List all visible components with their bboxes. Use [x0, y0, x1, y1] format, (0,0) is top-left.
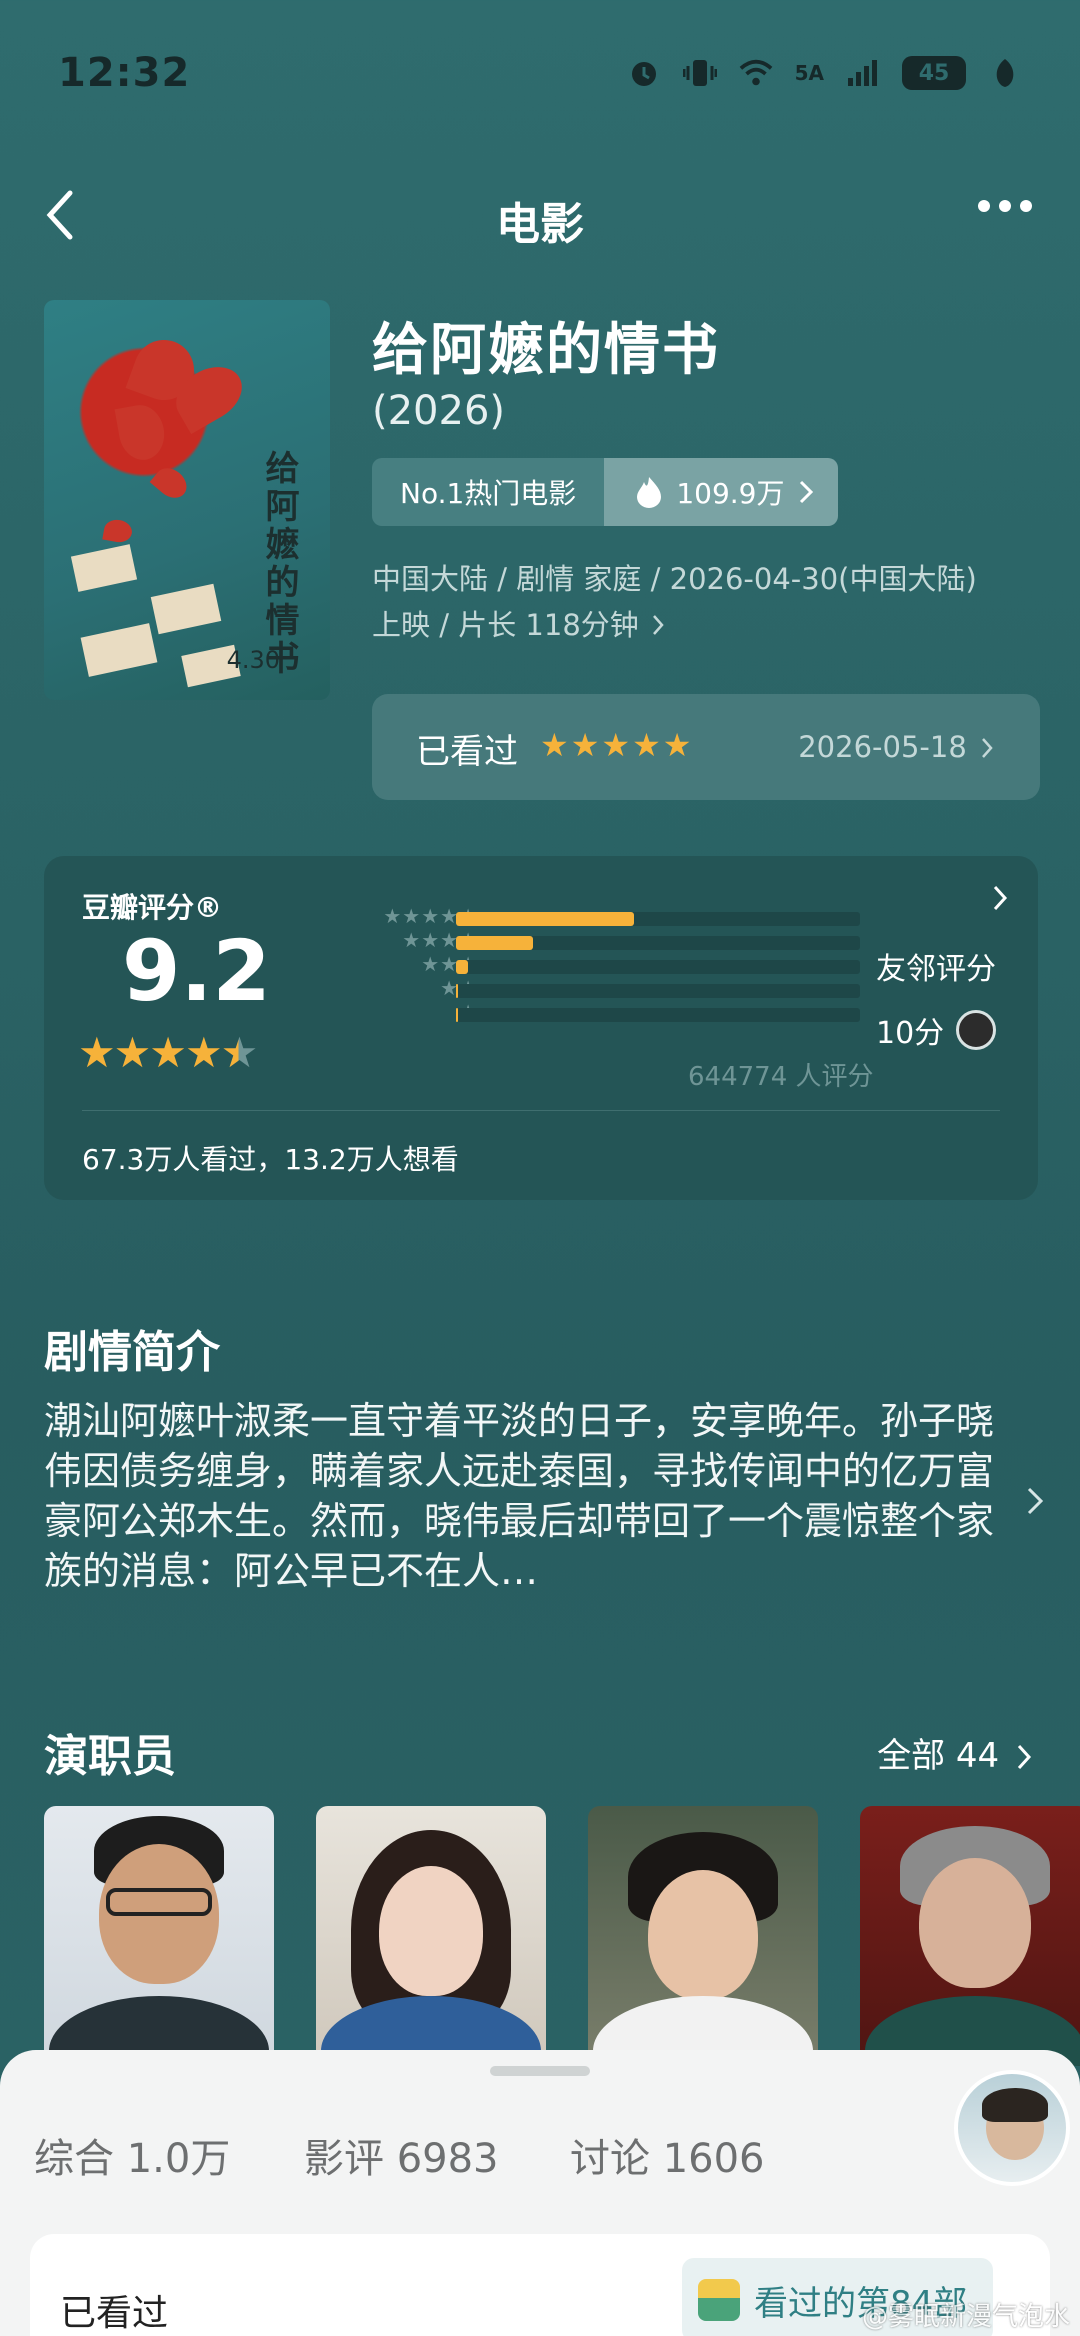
friend-rating-label[interactable]: 友邻评分 [876, 944, 996, 988]
rating-label: 豆瓣评分® [82, 891, 223, 924]
friend-rating-score: 10分 [876, 1016, 945, 1051]
meta-line1: 中国大陆 / 剧情 家庭 / 2026-04-30(中国大陆) [372, 562, 977, 596]
bottom-sheet[interactable]: 综合 1.0万 影评 6983 讨论 1606 已看过 看过的第84部 [0, 2050, 1080, 2336]
sheet-seen-label: 已看过 [60, 2293, 169, 2334]
rank-pill[interactable]: No.1热门电影 109.9万 [372, 458, 839, 526]
dist-bar-5 [456, 912, 860, 926]
douban-rating-card[interactable]: 豆瓣评分® 9.2 ★★★★★ ★★★★★ ★★★★ ★★★ ★★ ★ 友邻评分… [44, 856, 1038, 1200]
cast-all-link[interactable]: 全部 44 [877, 1728, 1032, 1777]
flame-icon [637, 477, 662, 508]
cast-heading: 演职员 [44, 1731, 176, 1782]
movie-poster[interactable]: 给阿嬷的情书 4.30 [44, 300, 330, 700]
dist-bar-4 [456, 936, 860, 950]
rating-score: 9.2 [122, 922, 271, 1020]
cast-all-label: 全部 44 [877, 1736, 1000, 1776]
movie-year: (2026) [372, 388, 506, 434]
chevron-right-icon [800, 480, 814, 504]
seen-label: 已看过 [416, 732, 518, 772]
dist-bar-1 [456, 1008, 860, 1022]
vibrate-icon [682, 56, 717, 90]
dist-bar-3 [456, 960, 860, 974]
dist-bar-2 [456, 984, 860, 998]
battery-icon: 45 [902, 56, 966, 90]
signal-icon [846, 56, 880, 90]
chevron-right-icon [1017, 1744, 1032, 1770]
dist-stars-5: ★★★★★ [383, 904, 478, 928]
seen-date-text: 2026-05-18 [798, 730, 967, 764]
movie-title: 给阿嬷的情书 [372, 318, 720, 383]
seen-date: 2026-05-18 [798, 730, 994, 764]
alarm-icon [627, 56, 661, 90]
dist-bar-fill-1 [456, 1008, 459, 1022]
my-rating-stars: ★★★★★ [540, 726, 694, 764]
tab-overview[interactable]: 综合 1.0万 [34, 2126, 230, 2184]
cast-photo-4[interactable] [860, 1806, 1080, 2066]
rating-stars: ★★★★★ [78, 1028, 258, 1077]
dist-stars-2: ★★ [318, 976, 478, 1000]
synopsis-chevron-icon[interactable] [1026, 1480, 1044, 1526]
dist-bar-fill-2 [456, 984, 459, 998]
status-icons: 5A 45 [627, 56, 1022, 90]
friend-avatar[interactable] [956, 1010, 996, 1050]
rating-count: 644774 人评分 [688, 1062, 874, 1092]
my-rating-card[interactable]: 已看过 ★★★★★ 2026-05-18 [372, 694, 1040, 800]
badge-icon [698, 2279, 740, 2321]
dist-bar-fill-3 [456, 960, 469, 974]
dist-bar-fill-4 [456, 936, 533, 950]
rank-label: No.1热门电影 [372, 458, 605, 526]
more-icon[interactable] [978, 200, 1032, 212]
synopsis-heading: 剧情简介 [44, 1327, 220, 1378]
network-label: 5A [794, 61, 824, 85]
user-avatar[interactable] [954, 2070, 1070, 2186]
cast-photo-1[interactable] [44, 1806, 274, 2066]
watch-summary: 67.3万人看过，13.2万人想看 [82, 1143, 459, 1176]
synopsis-text[interactable]: 潮汕阿嬷叶淑柔一直守着平淡的日子，安享晚年。孙子晓伟因债务缠身，瞒着家人远赴泰国… [44, 1396, 1004, 1596]
tab-reviews[interactable]: 影评 6983 [304, 2126, 499, 2184]
leaf-icon [988, 56, 1022, 90]
chevron-right-icon [652, 615, 664, 635]
divider [82, 1110, 1000, 1111]
cast-photo-3[interactable] [588, 1806, 818, 2066]
poster-title: 给阿嬷的情书 [259, 450, 299, 678]
tab-discussions[interactable]: 讨论 1606 [570, 2126, 765, 2184]
movie-meta[interactable]: 中国大陆 / 剧情 家庭 / 2026-04-30(中国大陆) 上映 / 片长 … [372, 556, 1032, 648]
rating-chevron-icon[interactable] [992, 884, 1008, 920]
cast-photo-2[interactable] [316, 1806, 546, 2066]
sheet-handle[interactable] [490, 2066, 590, 2076]
watermark: @雾眠新漫气泡水 [861, 2302, 1070, 2332]
heat-button[interactable]: 109.9万 [604, 458, 839, 526]
wifi-icon [739, 56, 773, 90]
dist-stars-1: ★ [318, 1000, 478, 1024]
heat-value: 109.9万 [676, 477, 785, 510]
poster-date: 4.30 [226, 646, 280, 674]
status-time: 12:32 [58, 50, 191, 96]
dist-stars-4: ★★★★ [402, 928, 478, 952]
dist-bar-fill-5 [456, 912, 634, 926]
page-title: 电影 [496, 199, 584, 250]
chevron-right-icon [982, 738, 993, 758]
meta-line2: 上映 / 片长 118分钟 [372, 608, 639, 642]
dist-stars-3: ★★★ [421, 952, 478, 976]
